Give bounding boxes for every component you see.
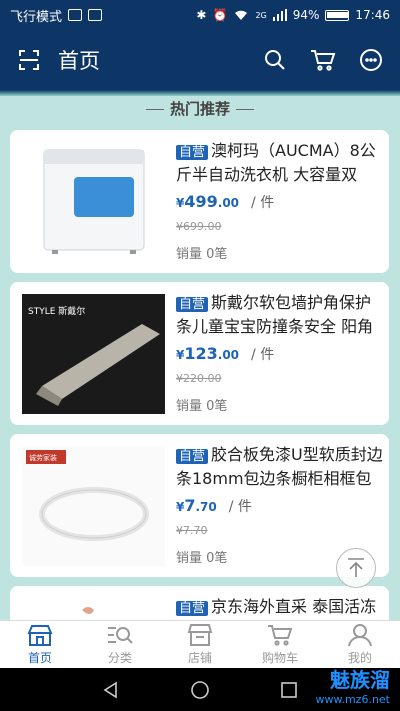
original-price: ¥220.00 [176, 372, 222, 385]
product-card[interactable]: 诚劳家装 自营胶合板免漆U型软质封边条18mm包边条橱柜相框包边… ¥7.70/… [10, 434, 389, 577]
store-icon [187, 624, 213, 646]
app-header: 首页 [0, 30, 400, 90]
product-price: ¥7.70/ 件 [176, 496, 252, 515]
scan-icon[interactable] [16, 47, 42, 73]
bottom-nav: 首页 分类 店铺 购物车 我的 [0, 620, 400, 668]
alarm-icon: ⏰ [212, 8, 228, 22]
product-card[interactable]: 自营澳柯玛（AUCMA）8公斤半自动洗衣机 大容量双缸… ¥499.00/ 件 … [10, 130, 389, 273]
product-price: ¥123.00/ 件 [176, 344, 275, 363]
divider [145, 109, 164, 110]
nav-label: 购物车 [261, 651, 298, 665]
original-price: ¥699.00 [176, 220, 222, 233]
nav-label: 店铺 [187, 651, 212, 665]
back-to-top-button[interactable] [336, 548, 376, 588]
sales-count: 销量 0笔 [176, 399, 228, 414]
product-list[interactable]: 热门推荐 自营澳柯玛（AUCMA）8公斤半自动洗衣机 大容量双缸… ¥499.0… [0, 90, 400, 620]
airplane-mode-label: 飞行模式 [10, 9, 63, 25]
sales-count: 销量 0笔 [176, 247, 228, 262]
clock: 17:46 [355, 8, 390, 22]
recents-icon[interactable] [280, 681, 298, 699]
product-image[interactable] [22, 598, 165, 620]
divider [236, 109, 254, 110]
network-type-label: 2G [255, 10, 267, 20]
battery-percent: 94% [292, 8, 320, 22]
status-bar: 飞行模式 ✱ ⏰ 2G 94% 17:46 [0, 0, 400, 30]
nav-home[interactable]: 首页 [0, 621, 80, 668]
nav-label: 首页 [27, 651, 52, 665]
product-name[interactable]: 自营斯戴尔软包墙护角保护条儿童宝宝防撞条安全 阳角线… [176, 292, 386, 336]
nav-label: 分类 [107, 651, 132, 665]
brand-logo-text: STYLE 斯戴尔 [28, 305, 85, 317]
self-run-badge: 自营 [176, 449, 209, 464]
product-card[interactable]: STYLE 斯戴尔 自营斯戴尔软包墙护角保护条儿童宝宝防撞条安全 阳角线… ¥1… [10, 282, 389, 425]
section-title: 热门推荐 [169, 100, 230, 118]
nav-category[interactable]: 分类 [80, 621, 160, 668]
cart-icon [268, 625, 293, 646]
product-card[interactable]: 自营 京东海外直采 泰国活冻 [10, 586, 389, 620]
self-run-badge: 自营 [176, 297, 209, 312]
original-price: ¥7.70 [176, 524, 208, 537]
watermark: 魅族溜 www.mz6.net [315, 670, 390, 710]
product-title: 京东海外直采 泰国活冻 [211, 597, 377, 616]
page-title: 首页 [58, 49, 100, 73]
search-icon[interactable] [262, 47, 288, 73]
product-image[interactable]: 诚劳家装 [22, 446, 165, 566]
message-icon[interactable] [358, 47, 384, 73]
product-name[interactable]: 自营胶合板免漆U型软质封边条18mm包边条橱柜相框包边… [176, 444, 386, 488]
user-icon [348, 624, 372, 647]
nav-profile[interactable]: 我的 [320, 621, 400, 668]
self-run-badge: 自营 [176, 145, 209, 160]
self-run-badge: 自营 [176, 601, 209, 616]
nav-cart[interactable]: 购物车 [240, 621, 320, 668]
product-price: ¥499.00/ 件 [176, 192, 275, 211]
home-circle-icon[interactable] [190, 680, 210, 700]
notification-icon [68, 9, 83, 21]
watermark-main: 魅族溜 [330, 668, 390, 692]
bluetooth-icon: ✱ [196, 8, 207, 22]
nav-store[interactable]: 店铺 [160, 621, 240, 668]
category-search-icon [108, 627, 133, 644]
wifi-icon [235, 10, 248, 20]
notification-icon [88, 9, 103, 21]
watermark-url: www.mz6.net [315, 693, 390, 706]
section-header: 热门推荐 [0, 98, 400, 119]
product-name[interactable]: 自营 京东海外直采 泰国活冻 [176, 596, 386, 620]
home-icon [27, 625, 53, 646]
product-name[interactable]: 自营澳柯玛（AUCMA）8公斤半自动洗衣机 大容量双缸… [176, 140, 386, 184]
brand-logo-text: 诚劳家装 [29, 453, 57, 462]
product-image[interactable] [22, 142, 165, 262]
arrow-up-icon [348, 558, 364, 577]
product-image[interactable]: STYLE 斯戴尔 [22, 294, 165, 414]
battery-icon [325, 9, 350, 21]
cart-icon[interactable] [310, 47, 336, 73]
back-icon[interactable] [102, 681, 120, 699]
nav-label: 我的 [347, 651, 372, 665]
signal-icon [272, 9, 287, 21]
